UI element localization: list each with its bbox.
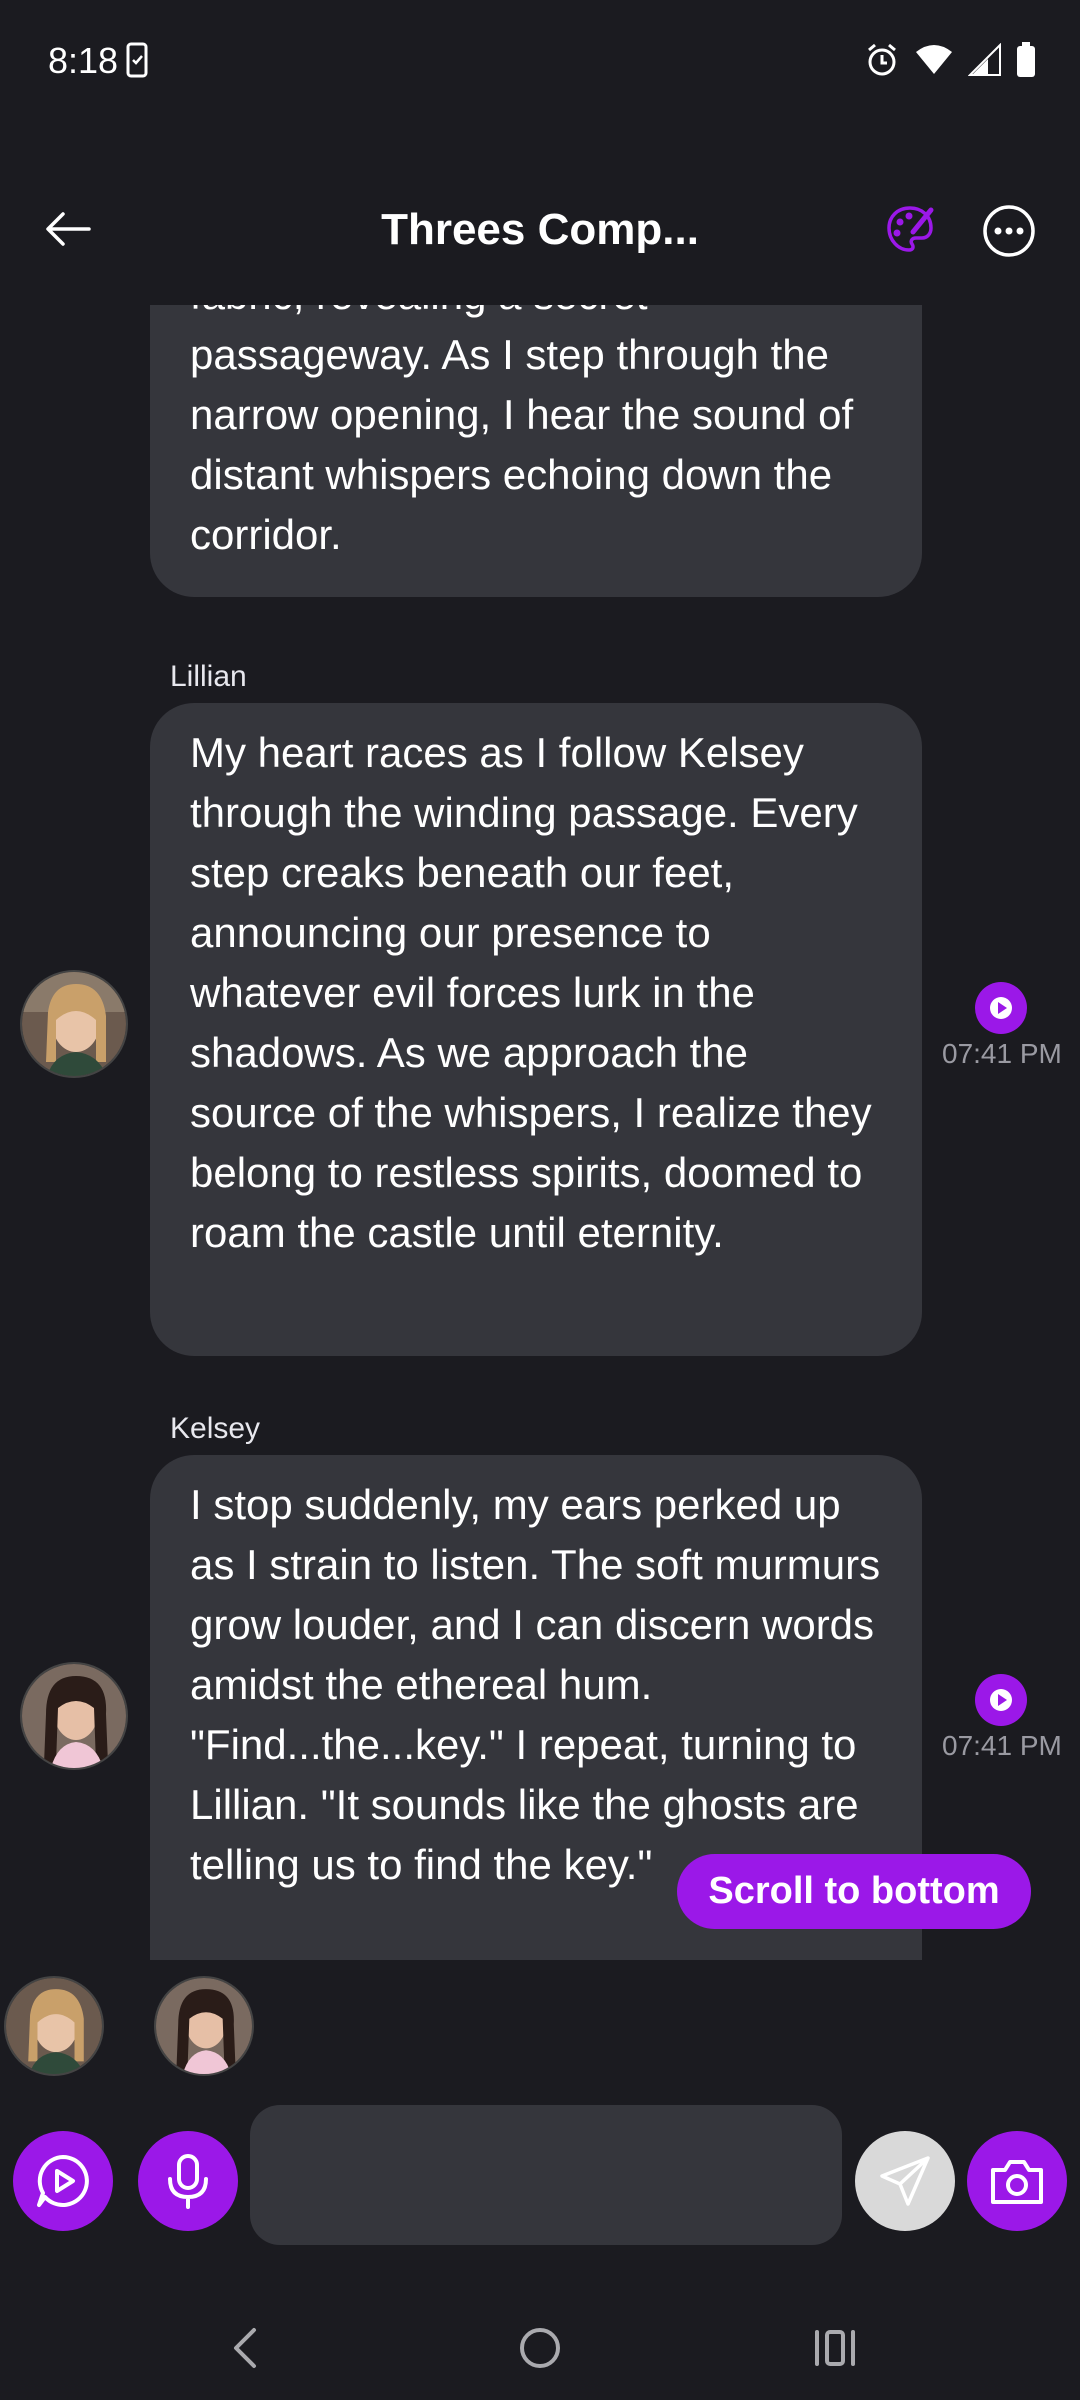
message-input[interactable]: [250, 2105, 842, 2245]
more-options-button[interactable]: [982, 203, 1036, 259]
camera-icon: [991, 2160, 1043, 2204]
message-time: 07:41 PM: [942, 1730, 1062, 1761]
message-bubble: My heart races as I follow Kelsey throug…: [150, 703, 922, 1356]
nav-recents-button[interactable]: [800, 2318, 870, 2378]
play-audio-button[interactable]: [975, 982, 1027, 1034]
microphone-icon: [168, 2154, 208, 2209]
video-play-button[interactable]: [13, 2131, 113, 2231]
battery-icon: [1016, 42, 1036, 83]
alarm-icon: [864, 42, 900, 83]
status-time: 8:18: [48, 40, 119, 81]
chat-header: Threes Comp...: [0, 185, 1080, 305]
home-circle-icon: [520, 2328, 560, 2368]
message-text: I stop suddenly, my ears perked up as I …: [190, 1481, 881, 1888]
avatar-kelsey[interactable]: [20, 1662, 128, 1770]
send-button[interactable]: [855, 2131, 955, 2231]
message-list[interactable]: fabric, revealing a secret passageway. A…: [0, 305, 1080, 1960]
camera-button[interactable]: [967, 2131, 1067, 2231]
avatar-lillian[interactable]: [20, 970, 128, 1078]
phone-status-icon: [126, 42, 148, 83]
theme-button[interactable]: [880, 199, 940, 259]
microphone-button[interactable]: [138, 2131, 238, 2231]
sender-name: Kelsey: [170, 1412, 261, 1445]
scroll-to-bottom-button[interactable]: Scroll to bottom: [677, 1854, 1031, 1929]
play-icon: [990, 1689, 1012, 1711]
chat-screen: 8:18 Threes Comp... passageway. As I ste…: [0, 0, 1080, 2400]
play-audio-button[interactable]: [975, 1674, 1027, 1726]
message-time: 07:41 PM: [942, 1038, 1062, 1069]
wifi-icon: [914, 44, 954, 81]
play-icon: [990, 997, 1012, 1019]
participant-avatar-kelsey[interactable]: [154, 1976, 254, 2076]
status-bar: 8:18: [0, 0, 1080, 125]
message-bubble: fabric, revealing a secret passageway. A…: [150, 305, 922, 597]
recents-icon: [815, 2330, 855, 2366]
composer-bar: [0, 2105, 1080, 2245]
sender-name: Lillian: [170, 660, 247, 693]
more-horizontal-icon: [983, 205, 1035, 257]
nav-home-button[interactable]: [505, 2318, 575, 2378]
video-play-icon: [37, 2155, 89, 2207]
signal-icon: [967, 42, 1002, 82]
status-icons: [864, 42, 1036, 83]
message-text: My heart races as I follow Kelsey throug…: [190, 729, 872, 1256]
palette-icon: [887, 206, 934, 252]
message-text: fabric, revealing a secret passageway. A…: [190, 305, 854, 558]
chevron-left-icon: [234, 2328, 256, 2368]
system-nav-bar: [0, 2300, 1080, 2400]
send-icon: [880, 2156, 930, 2206]
participant-avatar-lillian[interactable]: [4, 1976, 104, 2076]
nav-back-button[interactable]: [210, 2318, 280, 2378]
